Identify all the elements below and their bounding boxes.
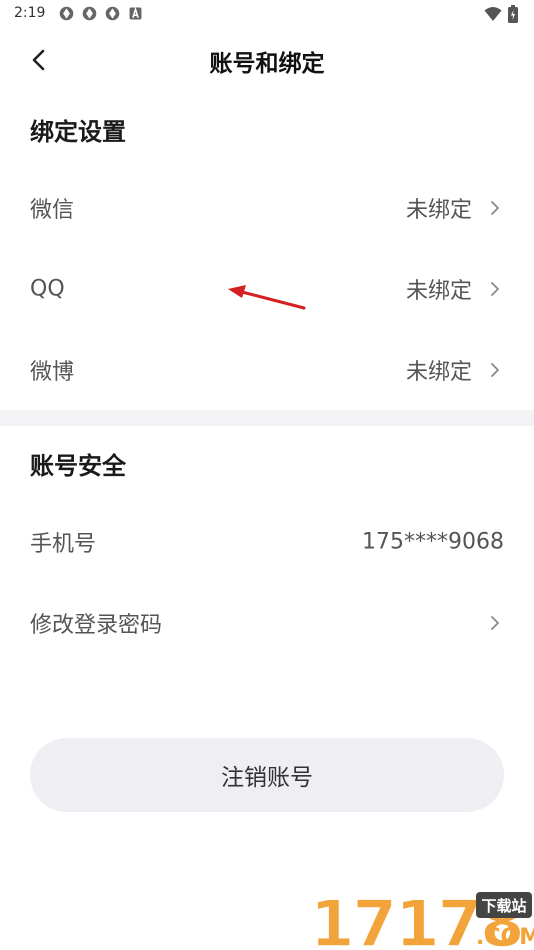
svg-text:.COM: .COM bbox=[476, 925, 534, 950]
change-password-label: 修改登录密码 bbox=[30, 613, 163, 638]
annotation-arrow-icon bbox=[228, 285, 306, 310]
status-bar: 2:19 bbox=[0, 0, 534, 28]
watermark-logo: 17178 下载站 .COM bbox=[310, 887, 534, 950]
wifi-icon bbox=[484, 7, 502, 21]
wechat-label: 微信 bbox=[30, 198, 75, 223]
a-letter-icon bbox=[129, 6, 142, 20]
svg-text:下载站: 下载站 bbox=[481, 897, 526, 915]
battery-icon bbox=[508, 5, 518, 23]
status-time: 2:19 bbox=[14, 5, 46, 21]
wechat-status: 未绑定 bbox=[405, 198, 472, 223]
weibo-label: 微博 bbox=[30, 360, 75, 385]
chevron-right-icon bbox=[491, 363, 499, 377]
phone-value: 175****9068 bbox=[362, 529, 504, 555]
chevron-right-icon bbox=[491, 201, 499, 215]
navigation-bar: 账号和绑定 bbox=[0, 30, 534, 90]
phone-label: 手机号 bbox=[30, 532, 97, 557]
page-title: 账号和绑定 bbox=[209, 51, 325, 77]
security-section-title: 账号安全 bbox=[30, 452, 126, 480]
binding-section-title: 绑定设置 bbox=[30, 118, 126, 146]
app-notification-icon bbox=[59, 6, 74, 21]
app-notification-icon bbox=[82, 6, 97, 21]
weibo-binding-row[interactable]: 微博 未绑定 bbox=[0, 334, 534, 406]
change-password-row[interactable]: 修改登录密码 bbox=[0, 587, 534, 659]
chevron-right-icon bbox=[491, 616, 499, 630]
section-divider bbox=[0, 410, 534, 426]
qq-status: 未绑定 bbox=[405, 279, 472, 304]
phone-number-row: 手机号 175****9068 bbox=[0, 506, 534, 578]
weibo-status: 未绑定 bbox=[405, 360, 472, 385]
status-icons-right bbox=[484, 5, 518, 23]
status-icons-left bbox=[58, 5, 144, 22]
chevron-right-icon bbox=[491, 282, 499, 296]
cancel-account-button[interactable]: 注销账号 bbox=[30, 738, 504, 812]
qq-label: QQ bbox=[30, 276, 65, 302]
wechat-binding-row[interactable]: 微信 未绑定 bbox=[0, 172, 534, 244]
app-notification-icon bbox=[105, 6, 120, 21]
